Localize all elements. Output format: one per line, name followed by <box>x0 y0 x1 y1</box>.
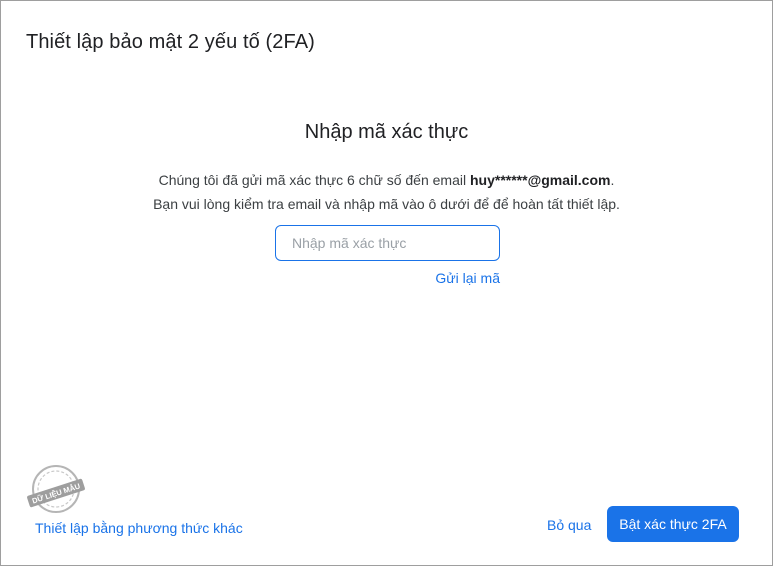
masked-email: huy******@gmail.com <box>470 172 611 188</box>
two-factor-setup-dialog: Thiết lập bảo mật 2 yếu tố (2FA) Nhập mã… <box>0 0 773 566</box>
verification-description: Chúng tôi đã gửi mã xác thực 6 chữ số đế… <box>1 168 772 216</box>
description-line-1: Chúng tôi đã gửi mã xác thực 6 chữ số đế… <box>1 168 772 192</box>
resend-code-link[interactable]: Gửi lại mã <box>435 270 500 286</box>
verification-code-input[interactable] <box>275 225 500 261</box>
description-suffix: . <box>610 172 615 188</box>
description-prefix: Chúng tôi đã gửi mã xác thực 6 chữ số đế… <box>158 172 470 188</box>
skip-button[interactable]: Bỏ qua <box>539 515 599 535</box>
verification-section: Nhập mã xác thực Chúng tôi đã gửi mã xác… <box>1 121 772 286</box>
sample-data-stamp-icon: DỮ LIỆU MẪU <box>27 465 85 513</box>
dialog-title: Thiết lập bảo mật 2 yếu tố (2FA) <box>26 31 315 53</box>
alternative-method-link[interactable]: Thiết lập bằng phương thức khác <box>35 520 243 536</box>
verification-heading: Nhập mã xác thực <box>304 121 469 143</box>
description-line-2: Bạn vui lòng kiểm tra email và nhập mã v… <box>153 196 620 212</box>
enable-2fa-button[interactable]: Bật xác thực 2FA <box>607 506 739 542</box>
code-field-group: Gửi lại mã <box>275 225 500 286</box>
